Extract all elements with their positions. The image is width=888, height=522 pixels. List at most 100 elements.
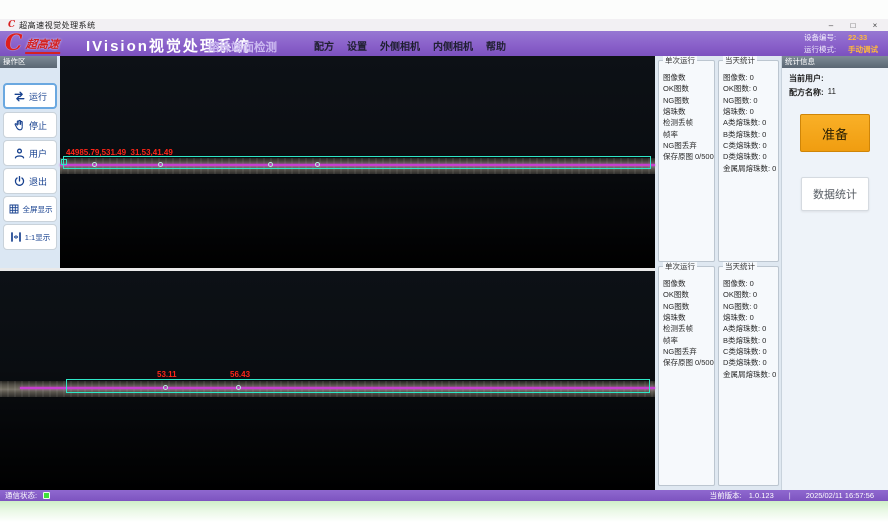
- fullscreen-button[interactable]: 全屏显示: [3, 196, 57, 222]
- today-stats-bottom: 当天统计 图像数:0 OK图数:0 NG图数:0 熔珠数:0 A类熔珠数:0 B…: [718, 266, 779, 486]
- one-to-one-label: 1:1显示: [25, 232, 50, 243]
- power-icon: [13, 175, 26, 188]
- brand-swoosh-icon: C: [5, 31, 23, 56]
- inner-camera-view: 53.11 56.43: [0, 271, 655, 490]
- stop-label: 停止: [29, 119, 47, 132]
- statistics-info-panel: 统计信息 当前用户: 配方名称: 11 准备 数据统计: [781, 56, 888, 490]
- menu-item-settings[interactable]: 设置: [347, 38, 367, 53]
- stat-row: NG图数: [663, 301, 714, 312]
- single-run-stats-top: 单次运行 图像数 OK图数 NG图数 熔珠数 检测丢帧 帧率 NG图丢弃 保存原…: [658, 60, 715, 262]
- stat-row: 熔珠数: [663, 312, 714, 323]
- device-info: 设备编号: 22-33 运行模式: 手动调试: [804, 32, 878, 55]
- stat-row: B类熔珠数:0: [723, 334, 778, 345]
- exit-button[interactable]: 退出: [3, 168, 57, 194]
- stat-row: B类熔珠数:0: [723, 128, 778, 139]
- menu-item-inner-camera[interactable]: 内侧相机: [433, 38, 473, 53]
- outer-camera-view: 44985.79,531.49 31.53,41.49: [60, 56, 655, 268]
- stat-row: C类熔珠数:0: [723, 346, 778, 357]
- device-number-label: 设备编号:: [804, 32, 844, 44]
- menu-item-recipe[interactable]: 配方: [314, 38, 334, 53]
- measurement-annotation: 53.11: [157, 370, 177, 379]
- menu-item-help[interactable]: 帮助: [486, 38, 506, 53]
- stat-row: A类熔珠数:0: [723, 117, 778, 128]
- recipe-name-label: 配方名称:: [789, 87, 824, 98]
- stat-row: 检测丢帧: [663, 323, 714, 334]
- stat-row: 金属屑熔珠数:0: [723, 162, 778, 173]
- stat-row: D类熔珠数:0: [723, 357, 778, 368]
- run-icon: [13, 90, 26, 103]
- stat-row: NG图丢弃: [663, 140, 714, 151]
- stat-row: 熔珠数: [663, 106, 714, 117]
- stat-row: OK图数: [663, 83, 714, 94]
- stop-button[interactable]: 停止: [3, 112, 57, 138]
- menu-item-outer-camera[interactable]: 外侧相机: [380, 38, 420, 53]
- user-button[interactable]: 用户: [3, 140, 57, 166]
- exit-label: 退出: [29, 175, 47, 188]
- stat-row: OK图数:0: [723, 289, 778, 300]
- run-label: 运行: [29, 90, 47, 103]
- stat-row: 检测丢帧: [663, 117, 714, 128]
- group-title: 当天统计: [723, 262, 757, 271]
- stat-row: 熔珠数:0: [723, 312, 778, 323]
- stat-row: NG图丢弃: [663, 346, 714, 357]
- group-title: 当天统计: [723, 56, 757, 65]
- stat-row: OK图数:0: [723, 83, 778, 94]
- close-button[interactable]: ×: [870, 21, 880, 30]
- user-label: 用户: [29, 147, 47, 160]
- prepare-button[interactable]: 准备: [800, 114, 870, 152]
- stat-row: 保存原图0/500: [663, 151, 714, 162]
- bead-marker: [92, 162, 97, 167]
- bead-marker: [236, 385, 241, 390]
- main-menu: 配方 设置 外侧相机 内侧相机 帮助: [314, 38, 506, 53]
- statistics-info-header: 统计信息: [782, 56, 888, 68]
- desktop-background-bottom: [0, 501, 888, 522]
- one-to-one-button[interactable]: 1:1显示: [3, 224, 57, 250]
- run-mode-label: 运行模式:: [804, 44, 844, 56]
- recipe-name-row: 配方名称: 11: [789, 87, 836, 98]
- bead-marker: [315, 162, 320, 167]
- today-stats-top: 当天统计 图像数:0 OK图数:0 NG图数:0 熔珠数:0 A类熔珠数:0 B…: [718, 60, 779, 262]
- user-icon: [13, 147, 26, 160]
- measurement-annotation: 44985.79,531.49 31.53,41.49: [66, 148, 173, 157]
- stat-row: 帧率: [663, 128, 714, 139]
- detection-roi-box: [63, 156, 651, 169]
- recipe-name-value: 11: [828, 87, 836, 98]
- current-user-label: 当前用户:: [789, 73, 824, 84]
- stat-row: 金属屑熔珠数:0: [723, 368, 778, 379]
- stat-row: C类熔珠数:0: [723, 140, 778, 151]
- window-titlebar: C 超高速视觉处理系统 – □ ×: [0, 19, 888, 31]
- minimize-button[interactable]: –: [826, 21, 836, 30]
- fullscreen-grid-icon: [8, 203, 20, 215]
- measurement-annotation: 56.43: [230, 370, 250, 379]
- comm-status-indicator: [43, 492, 50, 499]
- group-title: 单次运行: [663, 262, 697, 271]
- app-window: C 超高速视觉处理系统 – □ × C 超高速 IVision视觉处理系统 熔珠…: [0, 0, 888, 522]
- run-mode-value: 手动调试: [848, 44, 878, 56]
- bead-marker: [268, 162, 273, 167]
- stat-row: 图像数:0: [723, 72, 778, 83]
- operation-sidebar: 操作区 运行 停止 用户 退出 全屏显示 1:1显示: [0, 56, 60, 268]
- stat-row: OK图数: [663, 289, 714, 300]
- window-title: 超高速视觉处理系统: [19, 20, 96, 31]
- stat-row: 图像数:0: [723, 278, 778, 289]
- one-to-one-icon: [10, 231, 22, 243]
- stat-row: D类熔珠数:0: [723, 151, 778, 162]
- datetime-value: 2025/02/11 16:57:56: [806, 491, 874, 500]
- stat-row: 保存原图0/500: [663, 357, 714, 368]
- run-button[interactable]: 运行: [3, 83, 57, 109]
- device-number-value: 22-33: [848, 32, 867, 44]
- maximize-button[interactable]: □: [848, 21, 858, 30]
- stat-row: 帧率: [663, 334, 714, 345]
- group-title: 单次运行: [663, 56, 697, 65]
- single-run-stats-bottom: 单次运行 图像数 OK图数 NG图数 熔珠数 检测丢帧 帧率 NG图丢弃 保存原…: [658, 266, 715, 486]
- app-header: C 超高速 IVision视觉处理系统 熔珠端面检测 配方 设置 外侧相机 内侧…: [0, 31, 888, 56]
- statusbar-separator: |: [789, 491, 791, 500]
- version-value: 1.0.123: [749, 491, 774, 500]
- fullscreen-label: 全屏显示: [23, 204, 53, 215]
- stat-row: 熔珠数:0: [723, 106, 778, 117]
- bead-marker: [163, 385, 168, 390]
- bead-marker: [158, 162, 163, 167]
- data-statistics-button[interactable]: 数据统计: [801, 177, 869, 211]
- stat-row: 图像数: [663, 278, 714, 289]
- edge-marker: [61, 159, 67, 165]
